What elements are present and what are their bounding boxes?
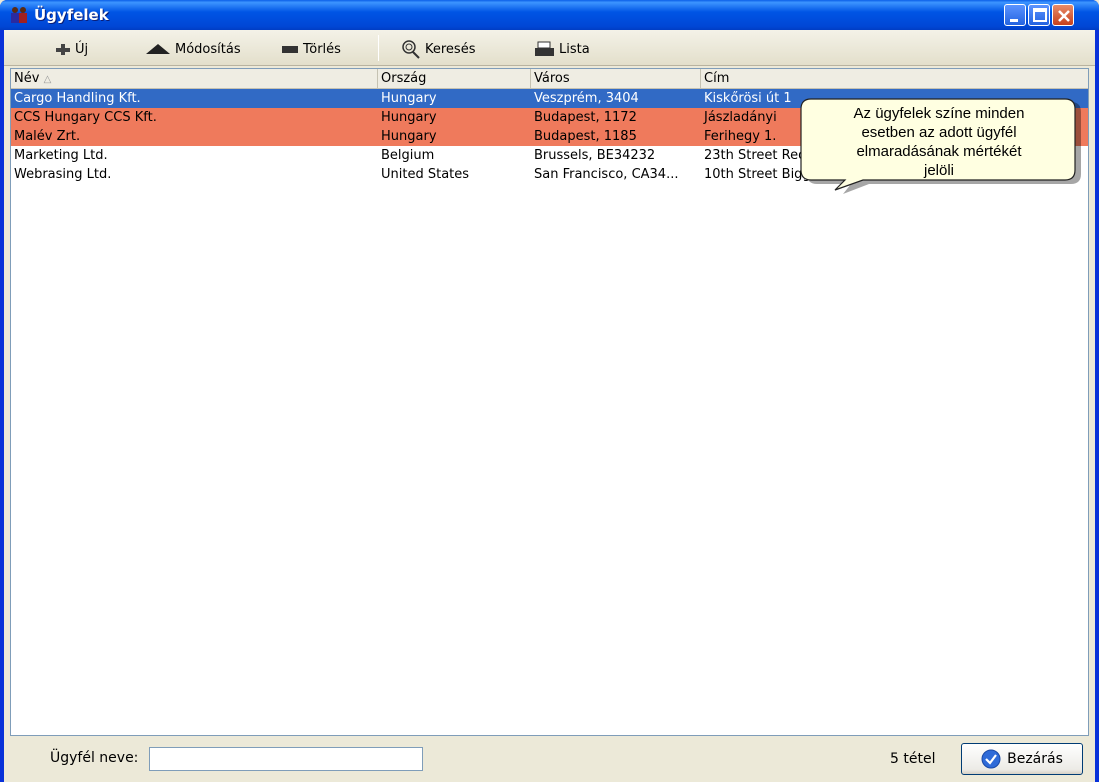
close-button-label: Bezárás [1007, 751, 1063, 767]
window-title: Ügyfelek [34, 6, 109, 24]
list-label: Lista [559, 41, 590, 57]
cell-name: Marketing Ltd. [14, 148, 108, 163]
callout-line-3: elmaradásának mértékét [856, 143, 1022, 160]
callout-line-1: Az ügyfelek színe minden [854, 105, 1025, 122]
callout-line-4: jelöli [923, 162, 954, 179]
callout-line-2: esetben az adott ügyfél [861, 124, 1016, 141]
cell-city: Budapest, 1172 [534, 110, 637, 125]
cell-country: Hungary [381, 110, 437, 125]
customer-name-input[interactable] [149, 747, 423, 771]
close-window-button[interactable] [1052, 4, 1074, 26]
close-button[interactable]: Bezárás [961, 743, 1083, 775]
cell-country: Hungary [381, 129, 437, 144]
print-icon [535, 41, 554, 56]
toolbar-separator [378, 35, 379, 61]
cell-city: Veszprém, 3404 [534, 91, 639, 106]
cell-city: Budapest, 1185 [534, 129, 637, 144]
delete-button[interactable]: Törlés [280, 38, 341, 60]
search-icon [402, 40, 420, 59]
cell-name: CCS Hungary CCS Kft. [14, 110, 157, 125]
maximize-button[interactable] [1028, 4, 1050, 26]
footer-bar: Ügyfél neve: 5 tétel Bezárás [4, 736, 1095, 782]
customers-icon [11, 7, 27, 23]
toolbar: Új Módosítás Törlés Keresés Lista [4, 30, 1095, 66]
edit-button[interactable]: Módosítás [144, 38, 241, 60]
delete-icon [282, 46, 298, 53]
cell-name: Cargo Handling Kft. [14, 91, 141, 106]
title-bar[interactable]: Ügyfelek [0, 0, 1099, 30]
column-header-name[interactable]: Név △ [11, 69, 378, 89]
cell-name: Malév Zrt. [14, 129, 81, 144]
cell-name: Webrasing Ltd. [14, 167, 112, 182]
item-count: 5 tétel [890, 751, 936, 767]
sort-ascending-icon: △ [43, 74, 52, 85]
cell-country: Hungary [381, 91, 437, 106]
minimize-icon [1010, 19, 1018, 22]
new-icon [56, 44, 70, 55]
list-button[interactable]: Lista [534, 38, 590, 60]
column-header-city[interactable]: Város [531, 69, 701, 89]
info-callout: Az ügyfelek színe minden esetben az adot… [800, 98, 1081, 194]
column-header-country[interactable]: Ország [378, 69, 531, 89]
edit-icon [146, 44, 170, 54]
list-header: Név △ Ország Város Cím [11, 69, 1088, 89]
column-header-address[interactable]: Cím [701, 69, 1088, 89]
close-icon [1058, 10, 1070, 22]
cell-city: San Francisco, CA34... [534, 167, 679, 182]
check-icon [981, 749, 1001, 769]
new-button[interactable]: Új [54, 38, 88, 60]
cell-country: United States [381, 167, 470, 182]
minimize-button[interactable] [1004, 4, 1026, 26]
delete-label: Törlés [303, 41, 341, 57]
cell-city: Brussels, BE34232 [534, 148, 656, 163]
client-area: Új Módosítás Törlés Keresés Lista Név △ … [4, 30, 1095, 782]
edit-label: Módosítás [175, 41, 241, 57]
customer-name-label: Ügyfél neve: [50, 750, 139, 766]
window: Ügyfelek Új Módosítás Törlés Keresés Lis… [0, 0, 1099, 782]
maximize-icon [1033, 8, 1047, 22]
search-button[interactable]: Keresés [400, 38, 475, 60]
new-label: Új [75, 41, 89, 57]
cell-country: Belgium [381, 148, 435, 163]
search-label: Keresés [425, 41, 476, 57]
